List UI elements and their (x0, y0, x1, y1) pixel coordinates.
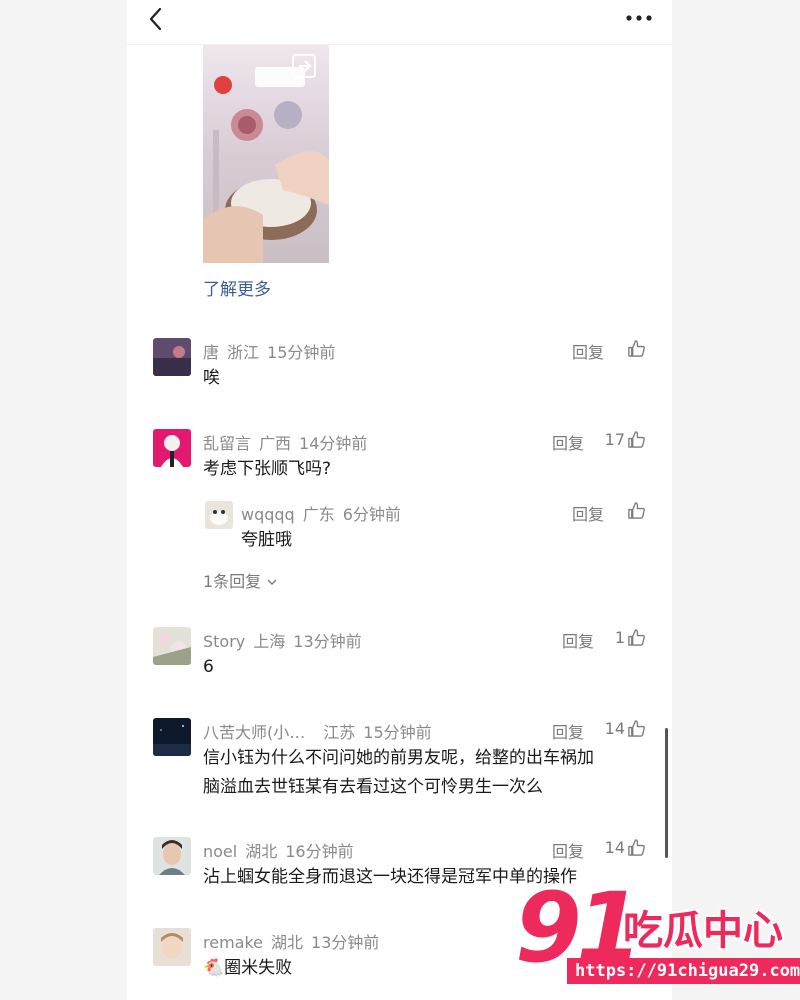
comment-text-content: 圈米失败 (224, 958, 293, 978)
comment-text: 考虑下张顺飞吗? (203, 459, 332, 479)
watermark-logo-text: 吃瓜中心 (623, 908, 783, 954)
reply-meta: wqqqq 广东 6分钟前 (241, 501, 401, 525)
reply-button[interactable]: 回复 (572, 501, 604, 525)
avatar[interactable] (153, 338, 191, 376)
comment-meta: 八苦大师(小… 江苏 15分钟前 (203, 719, 432, 743)
watermark-url: https://91chigua29.com (567, 958, 800, 984)
expand-replies-button[interactable]: 1条回复 (203, 568, 278, 592)
reply-username[interactable]: wqqqq (241, 505, 295, 524)
reply-button[interactable]: 回复 (562, 628, 594, 652)
reply-text: 夸脏哦 (241, 530, 292, 550)
like-button[interactable] (625, 339, 646, 358)
phone-screen: 了解更多 唐浙江 15分钟前 回复 唉 乱留言 广西 14分钟前 回复 17 考虑下张… (127, 0, 672, 1000)
back-arrow-icon[interactable] (141, 4, 171, 34)
reply-button[interactable]: 回复 (552, 430, 584, 454)
like-count: 17 (604, 430, 625, 449)
reply-button[interactable]: 回复 (552, 838, 584, 862)
comment-time: 16分钟前 (285, 842, 354, 861)
comment-region: 江苏 (323, 723, 356, 742)
video-thumbnail[interactable] (203, 45, 329, 263)
comment-meta: remake 湖北 13分钟前 (203, 929, 379, 953)
comment-username[interactable]: 八苦大师(小… (203, 723, 305, 742)
comment-text-line: 信小钰为什么不问问她的前男友呢，给整的出车祸加 (203, 748, 594, 768)
more-options-icon[interactable] (624, 6, 654, 30)
comment-region: 湖北 (271, 933, 304, 952)
like-button[interactable]: 1 (615, 628, 646, 647)
like-button[interactable]: 14 (605, 838, 646, 857)
comment-region: 湖北 (245, 842, 278, 861)
comment-time: 15分钟前 (363, 723, 432, 742)
thumbs-up-icon (628, 431, 645, 448)
avatar[interactable] (153, 718, 191, 756)
comment-text: 6 (203, 657, 214, 677)
comment-region: 浙江 (227, 343, 260, 362)
comment-meta: Story 上海 13分钟前 (203, 628, 362, 652)
comment-region: 上海 (253, 632, 286, 651)
expand-replies-label: 1条回复 (203, 572, 262, 591)
thumbs-up-icon (628, 629, 645, 646)
thumbs-up-icon (628, 502, 645, 519)
comment-username[interactable]: 乱留言 (203, 434, 251, 453)
thumbs-up-icon (628, 839, 645, 856)
comment-username[interactable]: noel (203, 842, 237, 861)
thumbs-up-icon (628, 340, 645, 357)
reply-region: 广东 (302, 505, 335, 524)
avatar[interactable] (153, 928, 191, 966)
comment-time: 13分钟前 (293, 632, 362, 651)
reply-time: 6分钟前 (342, 505, 401, 524)
comment-region: 广西 (259, 434, 292, 453)
comment-meta: 唐浙江 15分钟前 (203, 339, 335, 363)
reply-avatar[interactable] (205, 501, 233, 529)
avatar[interactable] (153, 837, 191, 875)
comment-meta: noel 湖北 16分钟前 (203, 838, 354, 862)
scrollbar[interactable] (665, 728, 668, 858)
comment-text: 🐔圈米失败 (203, 954, 292, 983)
comment-username[interactable]: remake (203, 933, 263, 952)
like-count: 1 (614, 628, 625, 647)
learn-more-link[interactable]: 了解更多 (203, 275, 271, 300)
comment-text-line: 脑溢血去世钰某有去看过这个可怜男生一次么 (203, 777, 543, 797)
chevron-down-icon (267, 579, 277, 585)
comment-time: 13分钟前 (311, 933, 380, 952)
comment-username[interactable]: Story (203, 632, 245, 651)
like-button[interactable]: 17 (605, 430, 646, 449)
video-thumbnail-image (203, 45, 329, 263)
comment-username[interactable]: 唐 (203, 343, 219, 362)
avatar[interactable] (153, 627, 191, 665)
like-button[interactable]: 14 (605, 719, 646, 738)
comment-time: 14分钟前 (299, 434, 368, 453)
like-count: 14 (604, 719, 625, 738)
comment-time: 15分钟前 (267, 343, 336, 362)
comment-text: 信小钰为什么不问问她的前男友呢，给整的出车祸加 脑溢血去世钰某有去看过这个可怜男… (203, 744, 594, 802)
like-count: 14 (604, 838, 625, 857)
thumbs-up-icon (628, 720, 645, 737)
comment-meta: 乱留言 广西 14分钟前 (203, 430, 367, 454)
like-button[interactable] (625, 501, 646, 520)
avatar[interactable] (153, 429, 191, 467)
reply-button[interactable]: 回复 (552, 719, 584, 743)
site-watermark: 91 吃瓜中心 https://91chigua29.com (515, 872, 800, 1000)
comment-text: 唉 (203, 368, 220, 388)
reply-button[interactable]: 回复 (572, 339, 604, 363)
chicken-emoji-icon: 🐔 (203, 958, 225, 978)
top-bar (127, 0, 672, 45)
